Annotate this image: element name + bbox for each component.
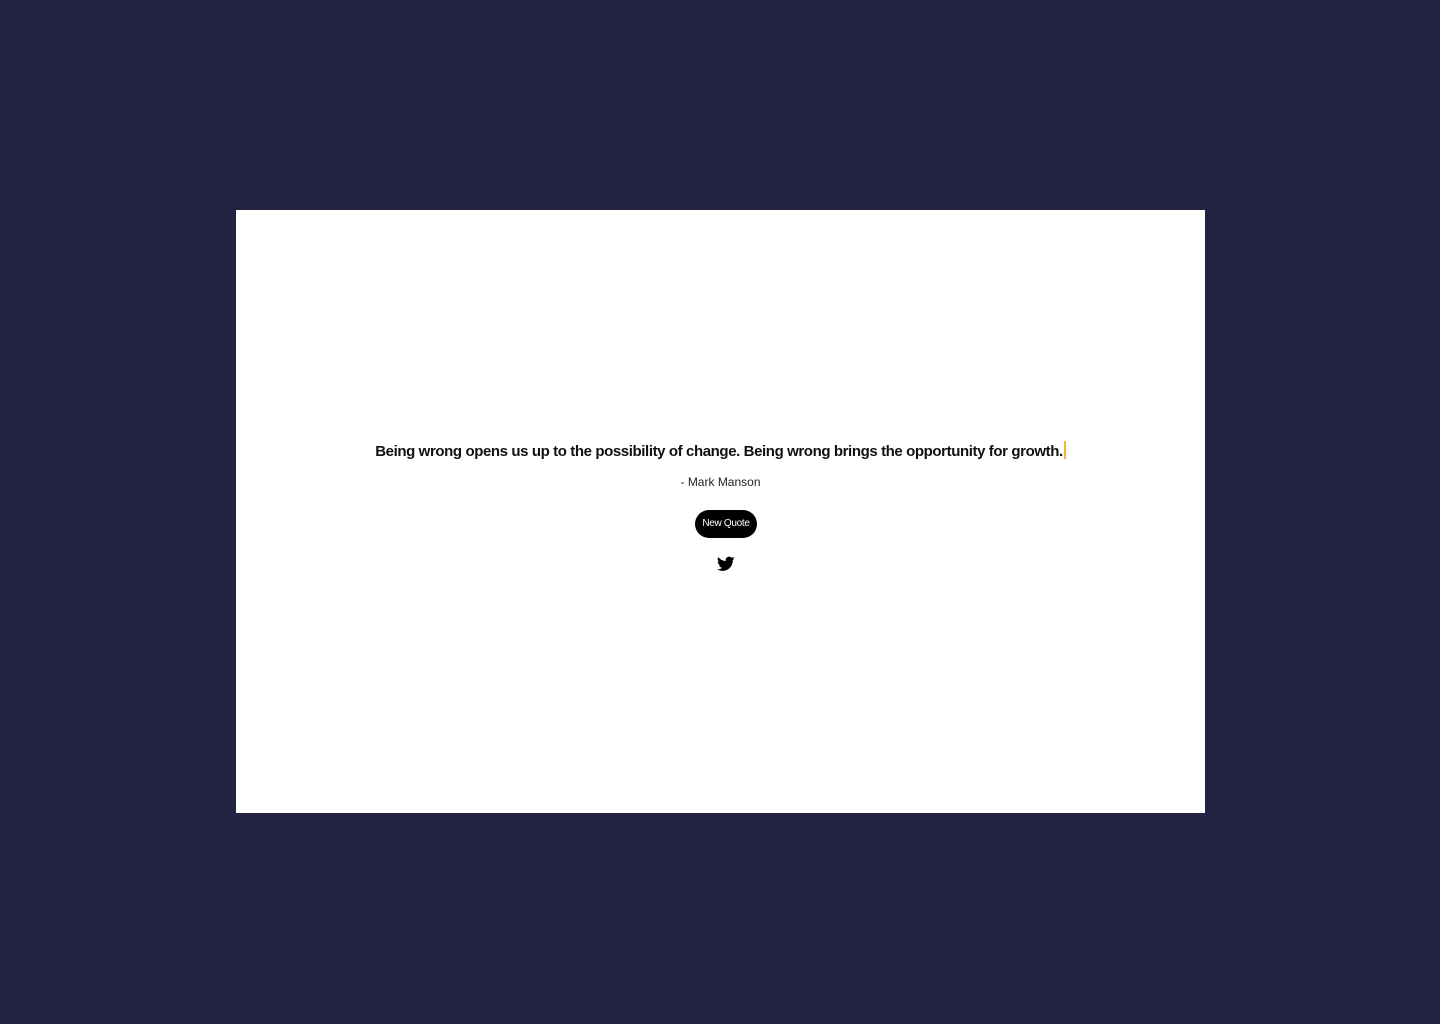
text-cursor [1063,441,1066,459]
twitter-bird-icon [717,556,735,572]
quote-author: - Mark Manson [680,475,761,489]
new-quote-button[interactable]: New Quote [695,510,757,538]
quote-text: Being wrong opens us up to the possibili… [375,443,1063,460]
quote-text-container: Being wrong opens us up to the possibili… [236,441,1205,462]
quote-box: Being wrong opens us up to the possibili… [236,210,1205,813]
tweet-quote-link[interactable] [717,556,735,572]
